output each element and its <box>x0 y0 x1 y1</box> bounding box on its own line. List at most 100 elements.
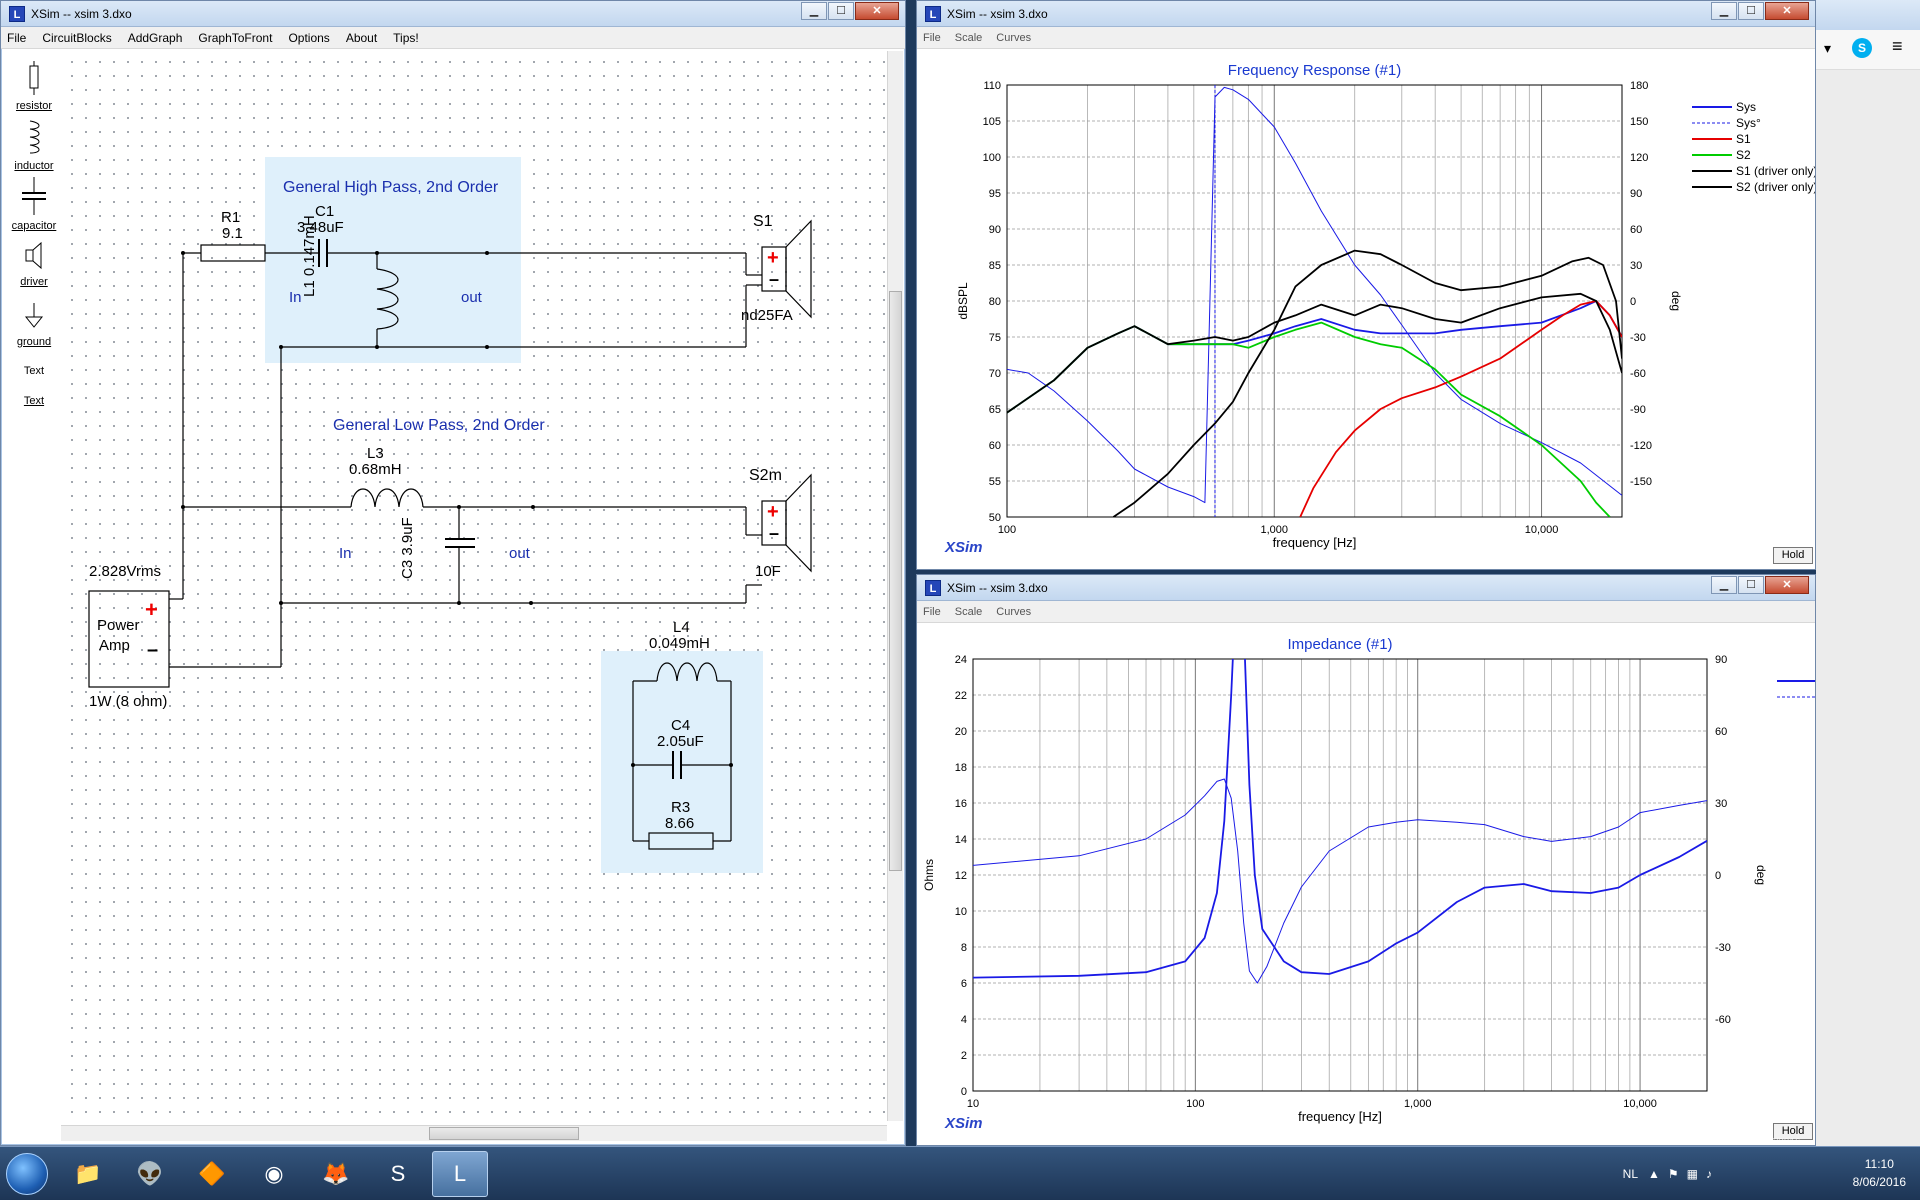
y2-tick-label: 30 <box>1630 260 1642 272</box>
vlc-taskbar-icon[interactable]: 🔶 <box>184 1151 240 1197</box>
xsim-app-icon: L <box>925 6 941 22</box>
hp-out-label: out <box>461 289 482 306</box>
r1-name: R1 <box>221 209 241 226</box>
amp-voltage: 2.828Vrms <box>89 563 161 580</box>
chevron-down-icon: ▾ <box>1824 40 1832 56</box>
menu-scale[interactable]: Scale <box>955 606 983 618</box>
inductor-icon <box>29 120 40 154</box>
menu-curves[interactable]: Curves <box>996 606 1031 618</box>
skype-icon[interactable]: S <box>1852 38 1872 58</box>
firefox-taskbar-icon[interactable]: 🦊 <box>308 1151 364 1197</box>
menu-file[interactable]: File <box>923 32 941 44</box>
close-button[interactable]: ✕ <box>1765 2 1809 20</box>
series-line-sys- <box>1007 86 1622 504</box>
y2-tick-label: 30 <box>1715 798 1727 810</box>
x-axis-label: frequency [Hz] <box>1298 1109 1382 1124</box>
system-clock[interactable]: 11:10 8/06/2016 <box>1853 1155 1906 1191</box>
skype-taskbar-icon[interactable]: S <box>370 1151 426 1197</box>
minimize-button[interactable]: ▁ <box>1711 576 1737 594</box>
vscroll-thumb[interactable] <box>889 291 902 871</box>
y-tick-label: 85 <box>989 260 1001 272</box>
s1-model: nd25FA <box>741 307 793 324</box>
tool-capacitor[interactable]: capacitor <box>7 177 61 232</box>
tool-resistor[interactable]: resistor <box>7 61 61 112</box>
chart-title: Impedance (#1) <box>1287 636 1392 653</box>
legend-entry: S2 <box>1736 148 1751 162</box>
menu-addgraph[interactable]: AddGraph <box>128 31 183 45</box>
y-tick-label: 8 <box>961 942 967 954</box>
impedance-chart[interactable]: 024681012141618202224-60-30030609010 100 1… <box>917 623 1846 1145</box>
y-tick-label: 14 <box>955 834 967 846</box>
tool-ground[interactable]: ground <box>7 301 61 348</box>
l1-label: L1 0.147mH <box>301 215 318 297</box>
maximize-button[interactable]: ☐ <box>828 2 854 20</box>
circuit-titlebar[interactable]: L XSim -- xsim 3.dxo ▁ ☐ ✕ <box>1 1 905 27</box>
minimize-button[interactable]: ▁ <box>1711 2 1737 20</box>
chrome-taskbar-icon[interactable]: ◉ <box>246 1151 302 1197</box>
freq-menubar: File Scale Curves <box>917 27 1815 49</box>
y-tick-label: 105 <box>983 116 1001 128</box>
freq-titlebar[interactable]: L XSim -- xsim 3.dxo ▁ ☐ ✕ <box>917 1 1815 27</box>
hold-button[interactable]: Hold <box>1773 547 1813 564</box>
y-tick-label: 12 <box>955 870 967 882</box>
xsim-taskbar-icon[interactable]: L <box>432 1151 488 1197</box>
y2-tick-label: -120 <box>1630 440 1652 452</box>
close-button[interactable]: ✕ <box>1765 576 1809 594</box>
impedance-window: L XSim -- xsim 3.dxo ▁ ☐ ✕ File Scale Cu… <box>916 574 1846 1146</box>
language-indicator[interactable]: NL <box>1623 1167 1638 1181</box>
y-tick-label: 75 <box>989 332 1001 344</box>
hp-in-label: In <box>289 289 302 306</box>
imp-plot-area[interactable]: 0 2 4 6 8 10 12 14 16 18 20 22 24 -60 -30 0 30 60 90 10 100 1… <box>917 623 1846 1145</box>
tray-network-icon[interactable]: ▦ <box>1687 1167 1698 1181</box>
alien-taskbar-icon[interactable]: 👽 <box>122 1151 178 1197</box>
imp-titlebar[interactable]: L XSim -- xsim 3.dxo ▁ ☐ ✕ <box>917 575 1815 601</box>
browser-toolbar: ▾ S ≡ <box>1816 30 1920 70</box>
menu-graphtofront[interactable]: GraphToFront <box>198 31 272 45</box>
y2-tick-label: 0 <box>1630 296 1636 308</box>
legend-entry: S2 (driver only) <box>1736 180 1815 194</box>
circuit-vertical-scrollbar[interactable] <box>887 51 903 1121</box>
browser-titlebar <box>1816 0 1920 30</box>
y-tick-label: 16 <box>955 798 967 810</box>
y2-tick-label: -30 <box>1715 942 1731 954</box>
l3-name: L3 <box>367 445 384 462</box>
menu-file[interactable]: File <box>7 31 26 45</box>
tool-text-2[interactable]: Text <box>7 393 61 407</box>
menu-tips[interactable]: Tips! <box>393 31 419 45</box>
menu-options[interactable]: Options <box>288 31 329 45</box>
hscroll-thumb[interactable] <box>429 1127 579 1140</box>
minimize-button[interactable]: ▁ <box>801 2 827 20</box>
menu-scale[interactable]: Scale <box>955 32 983 44</box>
explorer-taskbar-icon[interactable]: 📁 <box>60 1151 116 1197</box>
tray-flag-icon[interactable]: ⚑ <box>1668 1167 1679 1181</box>
l3-value: 0.68mH <box>349 461 402 478</box>
menu-curves[interactable]: Curves <box>996 32 1031 44</box>
y2-tick-label: 180 <box>1630 80 1648 92</box>
circuit-horizontal-scrollbar[interactable] <box>61 1125 887 1141</box>
menu-circuitblocks[interactable]: CircuitBlocks <box>42 31 111 45</box>
maximize-button[interactable]: ☐ <box>1738 576 1764 594</box>
maximize-button[interactable]: ☐ <box>1738 2 1764 20</box>
menu-about[interactable]: About <box>346 31 377 45</box>
tool-text[interactable]: Text <box>7 363 61 377</box>
freq-plot-area[interactable]: 50 55 60 65 70 75 80 85 90 95 100 105 110 -150 -120 -90… <box>917 49 1817 569</box>
legend-entry: Sys <box>1736 100 1756 114</box>
start-button[interactable] <box>6 1153 48 1195</box>
clock-time: 11:10 <box>1864 1157 1894 1171</box>
xsim-logo: XSim <box>945 539 983 556</box>
s2-plus: + <box>767 501 779 523</box>
tool-inductor[interactable]: inductor <box>7 119 61 172</box>
y-tick-label: 55 <box>989 476 1001 488</box>
close-button[interactable]: ✕ <box>855 2 899 20</box>
s2-model: 10F <box>755 563 781 580</box>
low-pass-title: General Low Pass, 2nd Order <box>333 417 545 434</box>
schematic-canvas[interactable]: General High Pass, 2nd Order General Low… <box>61 51 887 1119</box>
tray-volume-icon[interactable]: ♪ <box>1706 1167 1712 1181</box>
y2-tick-label: -60 <box>1630 368 1646 380</box>
frequency-response-chart[interactable]: 50 55 60 65 70 75 80 85 90 95 100 105 110 -150 -120 -90… <box>917 49 1817 569</box>
y-tick-label: 6 <box>961 978 967 990</box>
tool-driver[interactable]: driver <box>7 241 61 288</box>
tray-arrow-icon[interactable]: ▲ <box>1648 1167 1660 1181</box>
menu-file[interactable]: File <box>923 606 941 618</box>
menu-icon[interactable]: ≡ <box>1892 36 1903 57</box>
